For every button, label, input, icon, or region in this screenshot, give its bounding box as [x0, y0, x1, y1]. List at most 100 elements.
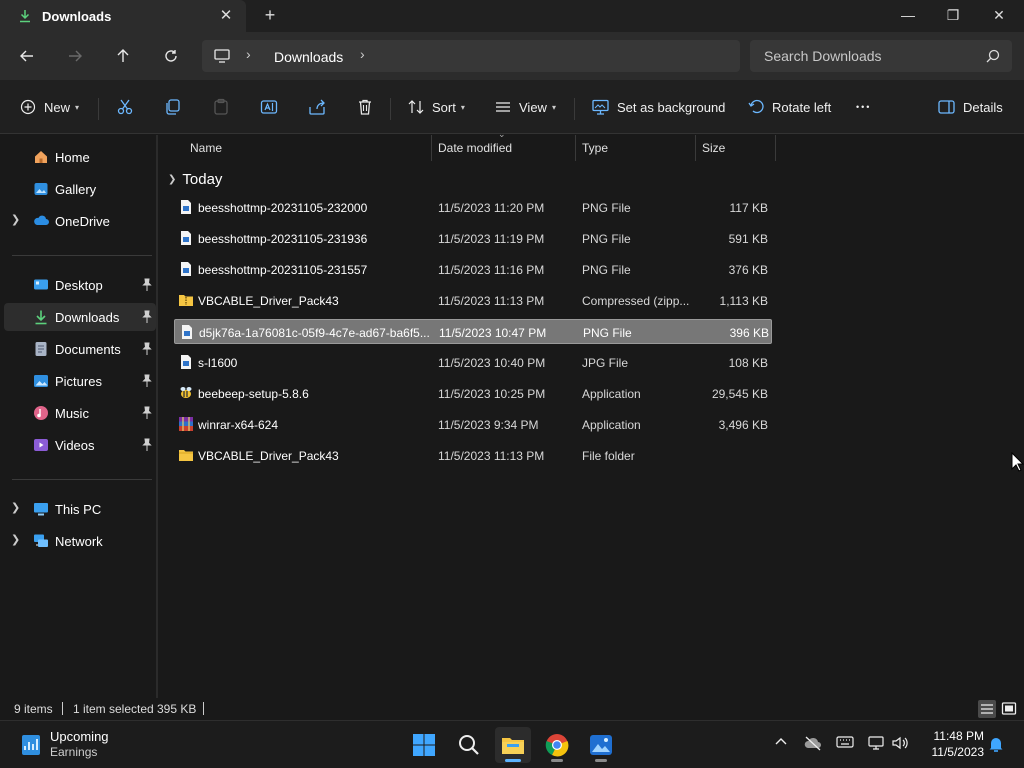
image-file-icon: [181, 200, 191, 214]
details-view-button[interactable]: [978, 700, 996, 718]
address-field[interactable]: › Downloads ›: [202, 40, 740, 72]
file-row[interactable]: beesshottmp-20231105-231557 11/5/2023 11…: [174, 257, 772, 282]
chevron-up-icon: [775, 738, 787, 745]
column-header-name[interactable]: Name: [184, 135, 432, 161]
sidebar-item-videos[interactable]: Videos: [4, 431, 156, 459]
paste-button[interactable]: [212, 93, 230, 121]
file-row[interactable]: VBCABLE_Driver_Pack43 11/5/2023 11:13 PM…: [174, 288, 772, 313]
start-button[interactable]: [406, 727, 442, 763]
forward-button[interactable]: [61, 42, 89, 70]
navigation-pane: Home Gallery ❯ OneDrive Desktop Download…: [0, 135, 158, 698]
file-row[interactable]: beesshottmp-20231105-231936 11/5/2023 11…: [174, 226, 772, 251]
details-button[interactable]: Details: [938, 93, 1003, 121]
tab-downloads[interactable]: Downloads ✕: [0, 0, 246, 32]
keyboard-tray-icon[interactable]: [835, 735, 855, 755]
chevron-right-icon[interactable]: ❯: [11, 501, 20, 514]
selection-size: 395 KB: [157, 702, 197, 716]
active-indicator: [505, 759, 521, 762]
sort-indicator-icon: ⌄: [498, 129, 506, 139]
show-hidden-icons-button[interactable]: [771, 735, 791, 755]
sidebar-item-label: Desktop: [55, 278, 103, 293]
tiles-view-button[interactable]: [1000, 700, 1018, 718]
sidebar-item-this-pc[interactable]: ❯ This PC: [4, 495, 156, 523]
file-date: 11/5/2023 10:25 PM: [438, 387, 546, 401]
file-list: Name Date modified ⌄ Type Size ❯ Today b…: [160, 129, 1024, 698]
breadcrumb-downloads[interactable]: Downloads: [274, 49, 343, 65]
sidebar-item-pictures[interactable]: Pictures: [4, 367, 156, 395]
view-button[interactable]: View ▾: [495, 93, 556, 121]
sidebar-item-desktop[interactable]: Desktop: [4, 271, 156, 299]
set-background-button[interactable]: Set as background: [592, 93, 725, 121]
notifications-button[interactable]: [986, 735, 1006, 755]
search-input[interactable]: [750, 40, 980, 72]
taskbar: Upcoming Earnings 11:48 PM 11/5/2023: [0, 720, 1024, 768]
onedrive-tray-icon[interactable]: [803, 735, 823, 755]
sidebar-item-music[interactable]: Music: [4, 399, 156, 427]
copy-button[interactable]: [164, 93, 182, 121]
share-button[interactable]: [308, 93, 326, 121]
sidebar-item-home[interactable]: Home: [4, 143, 156, 171]
file-explorer-taskbar-button[interactable]: [495, 727, 531, 763]
weather-widget[interactable]: Upcoming Earnings: [14, 727, 124, 763]
sidebar-item-label: Gallery: [55, 182, 97, 197]
file-type: PNG File: [582, 263, 631, 277]
back-button[interactable]: [13, 42, 41, 70]
search-icon: [459, 735, 479, 755]
chrome-icon: [545, 734, 569, 757]
file-row[interactable]: VBCABLE_Driver_Pack43 11/5/2023 11:13 PM…: [174, 443, 772, 468]
refresh-button[interactable]: [157, 42, 185, 70]
column-header-size[interactable]: Size: [696, 135, 776, 161]
rotate-left-icon: [748, 99, 764, 114]
clock[interactable]: 11:48 PM 11/5/2023: [912, 729, 985, 761]
pin-icon: [142, 342, 152, 355]
sidebar-item-label: OneDrive: [55, 214, 110, 229]
column-header-type[interactable]: Type: [576, 135, 696, 161]
view-label: View: [519, 99, 547, 115]
sidebar-item-network[interactable]: ❯ Network: [4, 527, 156, 555]
photos-taskbar-button[interactable]: [583, 727, 619, 763]
group-header-today[interactable]: ❯ Today: [164, 168, 222, 190]
file-type: JPG File: [582, 356, 629, 370]
bell-icon: [989, 738, 1003, 752]
search-icon[interactable]: [986, 49, 1000, 63]
title-bar: Downloads ✕ + — ❐ ✕: [0, 0, 1024, 32]
new-label: New: [44, 99, 71, 115]
close-tab-icon[interactable]: ✕: [216, 7, 236, 27]
rotate-left-button[interactable]: Rotate left: [748, 93, 831, 121]
delete-button[interactable]: [356, 93, 374, 121]
search-box[interactable]: [750, 40, 1012, 72]
file-row[interactable]: beesshottmp-20231105-232000 11/5/2023 11…: [174, 195, 772, 220]
file-row[interactable]: s-l1600 11/5/2023 10:40 PM JPG File 108 …: [174, 350, 772, 375]
sidebar-divider: [12, 479, 152, 480]
breadcrumb-separator[interactable]: ›: [246, 46, 251, 62]
sort-button[interactable]: Sort ▾: [408, 93, 465, 121]
copy-icon: [166, 99, 180, 115]
sidebar-item-documents[interactable]: Documents: [4, 335, 156, 363]
new-button[interactable]: New ▾: [20, 93, 79, 121]
file-row[interactable]: winrar-x64-624 11/5/2023 9:34 PM Applica…: [174, 412, 772, 437]
sidebar-item-onedrive[interactable]: ❯ OneDrive: [4, 207, 156, 235]
pin-icon: [142, 278, 152, 291]
sidebar-item-downloads[interactable]: Downloads: [4, 303, 156, 331]
sidebar-item-gallery[interactable]: Gallery: [4, 175, 156, 203]
volume-tray-icon[interactable]: [890, 735, 910, 755]
chevron-right-icon[interactable]: ❯: [11, 533, 20, 546]
up-button[interactable]: [109, 42, 137, 70]
breadcrumb-separator[interactable]: ›: [360, 46, 365, 62]
more-options-button[interactable]: •••: [856, 93, 871, 121]
network-tray-icon[interactable]: [866, 735, 886, 755]
chevron-right-icon[interactable]: ❯: [11, 213, 20, 226]
minimize-button[interactable]: —: [885, 0, 931, 32]
cut-button[interactable]: [116, 93, 134, 121]
restore-button[interactable]: ❐: [930, 0, 976, 32]
search-taskbar-button[interactable]: [451, 727, 487, 763]
this-pc-icon: [34, 503, 48, 516]
file-type: Application: [582, 418, 641, 432]
file-size: 591 KB: [728, 232, 768, 246]
close-window-button[interactable]: ✕: [976, 0, 1022, 32]
file-row[interactable]: beebeep-setup-5.8.6 11/5/2023 10:25 PM A…: [174, 381, 772, 406]
chrome-taskbar-button[interactable]: [539, 727, 575, 763]
rename-button[interactable]: [260, 93, 278, 121]
file-row-selected[interactable]: d5jk76a-1a76081c-05f9-4c7e-ad67-ba6f5...…: [174, 319, 772, 344]
new-tab-button[interactable]: +: [258, 6, 282, 26]
